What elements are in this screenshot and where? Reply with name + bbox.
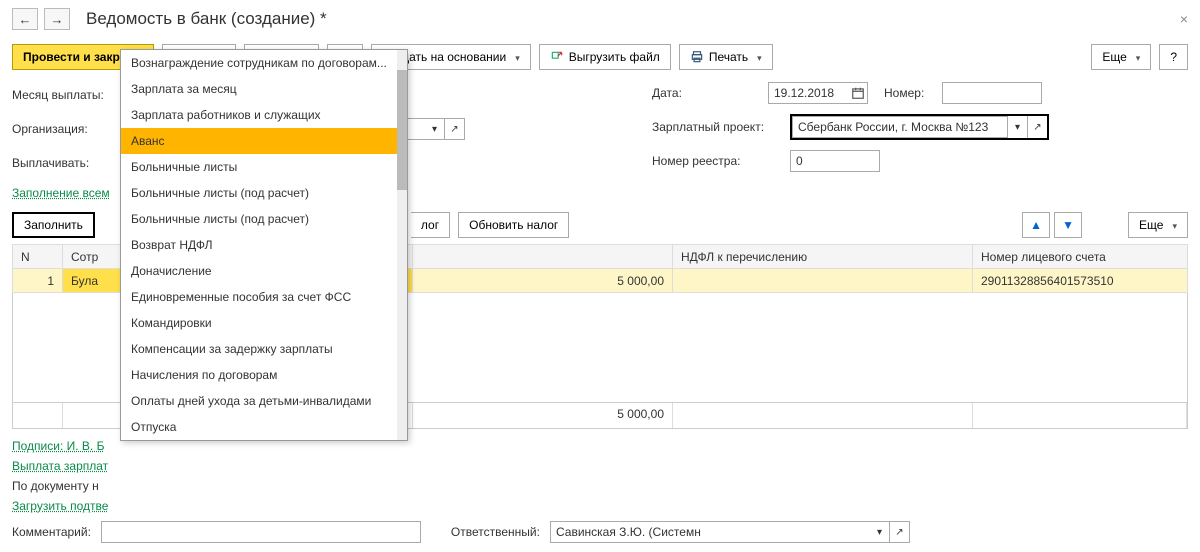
number-label: Номер: (884, 86, 934, 100)
close-icon[interactable]: × (1180, 11, 1188, 27)
responsible-label: Ответственный: (451, 525, 540, 539)
dropdown-item[interactable]: Компенсации за задержку зарплаты (121, 336, 407, 362)
dropdown-item[interactable]: Единовременные пособия за счет ФСС (121, 284, 407, 310)
org-label: Организация: (12, 122, 112, 136)
doc-status-text: По документу н (12, 479, 1188, 493)
salary-payment-link[interactable]: Выплата зарплат (12, 459, 1188, 473)
dropdown-item[interactable]: Начисления по договорам (121, 362, 407, 388)
registry-no-label: Номер реестра: (652, 154, 782, 168)
nav-forward-button[interactable]: → (44, 8, 70, 30)
registry-no-input[interactable]: 0 (790, 150, 880, 172)
date-input-group[interactable]: 19.12.2018 (768, 82, 868, 104)
nav-back-button[interactable]: ← (12, 8, 38, 30)
col-tax-header[interactable]: НДФЛ к перечислению (673, 245, 973, 269)
dropdown-item[interactable]: Доначисление (121, 258, 407, 284)
date-calendar-icon[interactable] (848, 82, 868, 104)
help-button[interactable]: ? (1159, 44, 1188, 70)
upload-file-button[interactable]: Выгрузить файл (539, 44, 671, 70)
salary-project-label: Зарплатный проект: (652, 120, 782, 134)
dropdown-scrollbar[interactable] (397, 50, 407, 440)
dropdown-item[interactable]: Оплаты дней ухода за детьми-инвалидами (121, 388, 407, 414)
dropdown-item[interactable]: Возврат НДФЛ (121, 232, 407, 258)
print-button[interactable]: Печать (679, 44, 773, 70)
responsible-open-icon[interactable]: ↗ (890, 521, 910, 543)
page-title: Ведомость в банк (создание) * (86, 9, 327, 29)
dropdown-item[interactable]: Вознаграждение сотрудникам по договорам.… (121, 50, 407, 76)
load-confirmation-link[interactable]: Загрузить подтве (12, 499, 1188, 513)
dropdown-item[interactable]: Отпуска (121, 414, 407, 440)
month-label: Месяц выплаты: (12, 88, 112, 102)
signatures-link[interactable]: Подписи: И. В. Б (12, 439, 1188, 453)
responsible-input[interactable]: Савинская З.Ю. (Системн (550, 521, 870, 543)
export-icon (550, 50, 564, 64)
salary-project-input-group[interactable]: Сбербанк России, г. Москва №123 ▾ ↗ (790, 114, 1049, 140)
dropdown-item[interactable]: Зарплата работников и служащих (121, 102, 407, 128)
fill-all-link[interactable]: Заполнение всем (12, 186, 110, 200)
tax-log-button[interactable]: лог (411, 212, 450, 238)
responsible-dropdown-icon[interactable]: ▾ (870, 521, 890, 543)
dropdown-scroll-thumb[interactable] (397, 70, 407, 190)
comment-input[interactable] (101, 521, 421, 543)
dropdown-item[interactable]: Аванс (121, 128, 407, 154)
number-input[interactable] (942, 82, 1042, 104)
dropdown-item[interactable]: Зарплата за месяц (121, 76, 407, 102)
fill-button[interactable]: Заполнить (12, 212, 95, 238)
printer-icon (690, 50, 704, 64)
move-down-button[interactable]: ▼ (1054, 212, 1082, 238)
responsible-input-group[interactable]: Савинская З.Ю. (Системн ▾ ↗ (550, 521, 910, 543)
dropdown-item[interactable]: Больничные листы (под расчет) (121, 206, 407, 232)
date-label: Дата: (652, 86, 702, 100)
dropdown-item[interactable]: Больничные листы (под расчет) (121, 180, 407, 206)
org-open-icon[interactable]: ↗ (445, 118, 465, 140)
update-tax-button[interactable]: Обновить налог (458, 212, 569, 238)
date-input[interactable]: 19.12.2018 (768, 82, 848, 104)
pay-type-label: Выплачивать: (12, 156, 112, 170)
table-more-button[interactable]: Еще (1128, 212, 1188, 238)
col-account-header[interactable]: Номер лицевого счета (973, 245, 1188, 269)
more-button[interactable]: Еще (1091, 44, 1151, 70)
salary-project-open-icon[interactable]: ↗ (1027, 116, 1047, 138)
org-dropdown-icon[interactable]: ▾ (425, 118, 445, 140)
dropdown-item[interactable]: Командировки (121, 310, 407, 336)
col-n-header[interactable]: N (13, 245, 63, 269)
col-pay-header[interactable] (413, 245, 673, 269)
salary-project-dropdown-icon[interactable]: ▾ (1007, 116, 1027, 138)
pay-type-dropdown[interactable]: Вознаграждение сотрудникам по договорам.… (120, 49, 408, 441)
dropdown-item[interactable]: Больничные листы (121, 154, 407, 180)
comment-label: Комментарий: (12, 525, 91, 539)
move-up-button[interactable]: ▲ (1022, 212, 1050, 238)
salary-project-input[interactable]: Сбербанк России, г. Москва №123 (792, 116, 1007, 138)
